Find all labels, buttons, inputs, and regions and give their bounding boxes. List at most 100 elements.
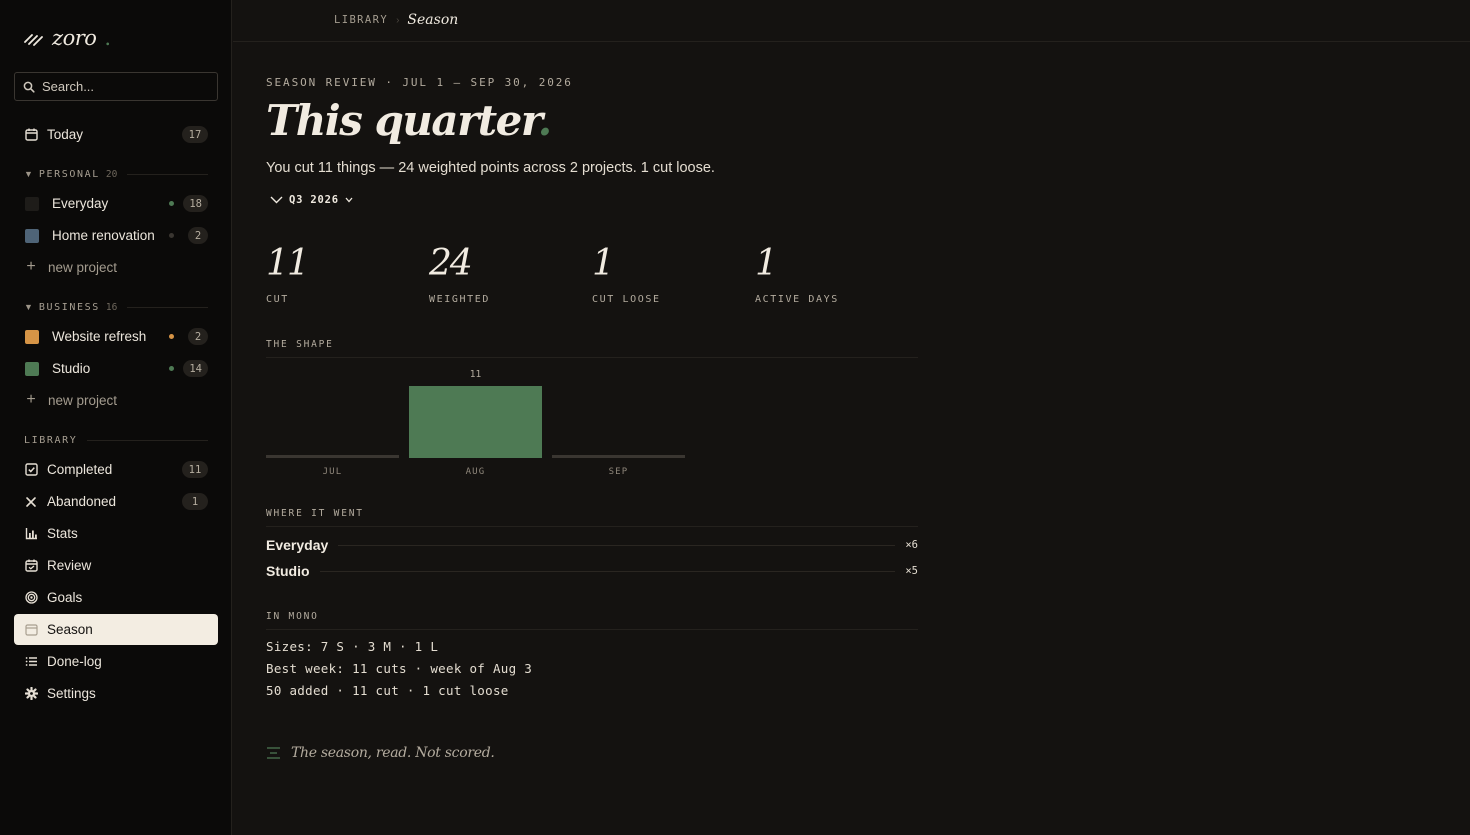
project-count: 2 — [188, 328, 208, 345]
section-business-label: BUSINESS — [38, 301, 100, 313]
where-project-name: Studio — [266, 563, 310, 579]
chevron-down-icon — [345, 197, 353, 203]
project-label: Home renovation — [52, 228, 155, 243]
footer-text: The season, read. Not scored. — [291, 745, 495, 761]
tick-label-jul: JUL — [323, 467, 343, 477]
project-swatch — [25, 329, 39, 344]
nav-today[interactable]: Today 17 — [14, 119, 218, 150]
where-project-name: Everyday — [266, 537, 329, 553]
gear-icon — [24, 687, 38, 701]
section-library: LIBRARY — [24, 432, 208, 448]
nav-today-count: 17 — [182, 126, 208, 143]
where-row-everyday[interactable]: Everyday ×6 — [266, 535, 918, 555]
nav-goals[interactable]: Goals — [14, 582, 218, 613]
stat-caption: ACTIVE DAYS — [755, 294, 839, 305]
section-library-label: LIBRARY — [24, 434, 78, 446]
search-input[interactable] — [42, 79, 202, 94]
project-studio[interactable]: Studio 14 — [14, 353, 218, 384]
footer-note: The season, read. Not scored. — [266, 745, 495, 761]
shape-bar-chart: JUL AUG 11 SEP — [266, 369, 685, 477]
nav-season[interactable]: Season — [14, 614, 218, 645]
section-divider — [127, 173, 208, 175]
logo-slashes-icon — [24, 34, 43, 46]
chevron-down-icon: ▼ — [24, 169, 33, 179]
where-row-studio[interactable]: Studio ×5 — [266, 561, 918, 581]
section-personal[interactable]: ▼ PERSONAL 20 — [24, 166, 208, 182]
nav-label: Done-log — [47, 654, 102, 669]
nav-label: Abandoned — [47, 494, 117, 509]
section-mono-label: IN MONO — [266, 611, 918, 630]
new-project-business-button[interactable]: + new project — [24, 390, 117, 410]
project-label: Everyday — [52, 196, 109, 211]
mono-line-totals: 50 added · 11 cut · 1 cut loose — [266, 683, 509, 698]
x-icon — [24, 495, 38, 509]
top-bar: LIBRARY › Season — [233, 0, 1470, 42]
where-multiplier: ×6 — [905, 539, 918, 551]
new-project-personal-button[interactable]: + new project — [24, 257, 117, 277]
calendar-review-icon — [24, 559, 38, 573]
new-project-label: new project — [48, 392, 118, 408]
section-personal-label: PERSONAL — [38, 168, 100, 180]
project-everyday[interactable]: Everyday 18 — [14, 188, 218, 219]
data-label-aug: 11 — [470, 369, 482, 380]
period-label: Q3 2026 — [289, 194, 339, 206]
search-icon — [23, 81, 35, 93]
nav-abandoned[interactable]: Abandoned 1 — [14, 486, 218, 517]
status-dot — [169, 334, 174, 339]
breadcrumb-separator: › — [396, 14, 400, 26]
page-title: This quarter. — [266, 96, 553, 145]
section-business[interactable]: ▼ BUSINESS 16 — [24, 299, 208, 315]
search-box[interactable] — [14, 72, 218, 101]
stat-caption: WEIGHTED — [429, 294, 490, 305]
nav-review[interactable]: Review — [14, 550, 218, 581]
app-logo[interactable]: zoro. — [24, 24, 111, 52]
period-selector[interactable]: Q3 2026 — [270, 194, 353, 206]
project-count: 14 — [183, 360, 208, 377]
nav-settings[interactable]: Settings — [14, 678, 218, 709]
nav-stats[interactable]: Stats — [14, 518, 218, 549]
sidebar: zoro. Today 17 ▼ PERSONAL 20 Everyday 18… — [0, 0, 232, 835]
stat-value: 11 — [266, 243, 310, 284]
stat-active-days: 1 ACTIVE DAYS — [755, 240, 839, 305]
stat-cut-loose: 1 CUT LOOSE — [592, 240, 661, 305]
section-personal-count: 20 — [105, 168, 118, 180]
stat-cut: 11 CUT — [266, 240, 310, 305]
where-leader-line — [338, 544, 896, 546]
mono-line-sizes: Sizes: 7 S · 3 M · 1 L — [266, 639, 439, 654]
project-label: Studio — [52, 361, 91, 376]
app-name: zoro — [52, 26, 97, 50]
nav-label: Completed — [47, 462, 113, 477]
project-home-renovation[interactable]: Home renovation 2 — [14, 220, 218, 251]
where-multiplier: ×5 — [905, 565, 918, 577]
season-summary: You cut 11 things — 24 weighted points a… — [266, 160, 715, 176]
nav-count: 11 — [182, 461, 208, 478]
status-dot — [169, 366, 174, 371]
project-swatch — [25, 361, 39, 376]
chevron-down-icon — [270, 196, 283, 204]
nav-label: Stats — [47, 526, 78, 541]
project-website-refresh[interactable]: Website refresh 2 — [14, 321, 218, 352]
mono-line-best-week: Best week: 11 cuts · week of Aug 3 — [266, 661, 533, 676]
shape-chart: JUL AUG 11 SEP — [266, 362, 918, 482]
page-title-text: This quarter — [266, 96, 539, 145]
nav-count: 1 — [182, 493, 208, 510]
plus-icon: + — [26, 391, 36, 408]
section-business-count: 16 — [105, 301, 118, 313]
stat-value: 1 — [755, 243, 778, 284]
breadcrumb: LIBRARY › Season — [334, 12, 458, 28]
stat-caption: CUT LOOSE — [592, 294, 661, 305]
list-icon — [24, 655, 38, 669]
status-dot — [169, 233, 174, 238]
breadcrumb-library[interactable]: LIBRARY — [334, 14, 388, 26]
page-title-accent: . — [537, 96, 553, 145]
bar-jul — [266, 455, 399, 458]
section-divider — [87, 439, 208, 441]
section-where-label: WHERE IT WENT — [266, 508, 918, 527]
nav-done-log[interactable]: Done-log — [14, 646, 218, 677]
lines-icon — [267, 747, 280, 759]
section-shape-label: THE SHAPE — [266, 339, 918, 358]
nav-completed[interactable]: Completed 11 — [14, 454, 218, 485]
nav-label: Season — [47, 622, 93, 637]
logo-dot: . — [104, 26, 112, 50]
stat-value: 24 — [429, 243, 473, 284]
